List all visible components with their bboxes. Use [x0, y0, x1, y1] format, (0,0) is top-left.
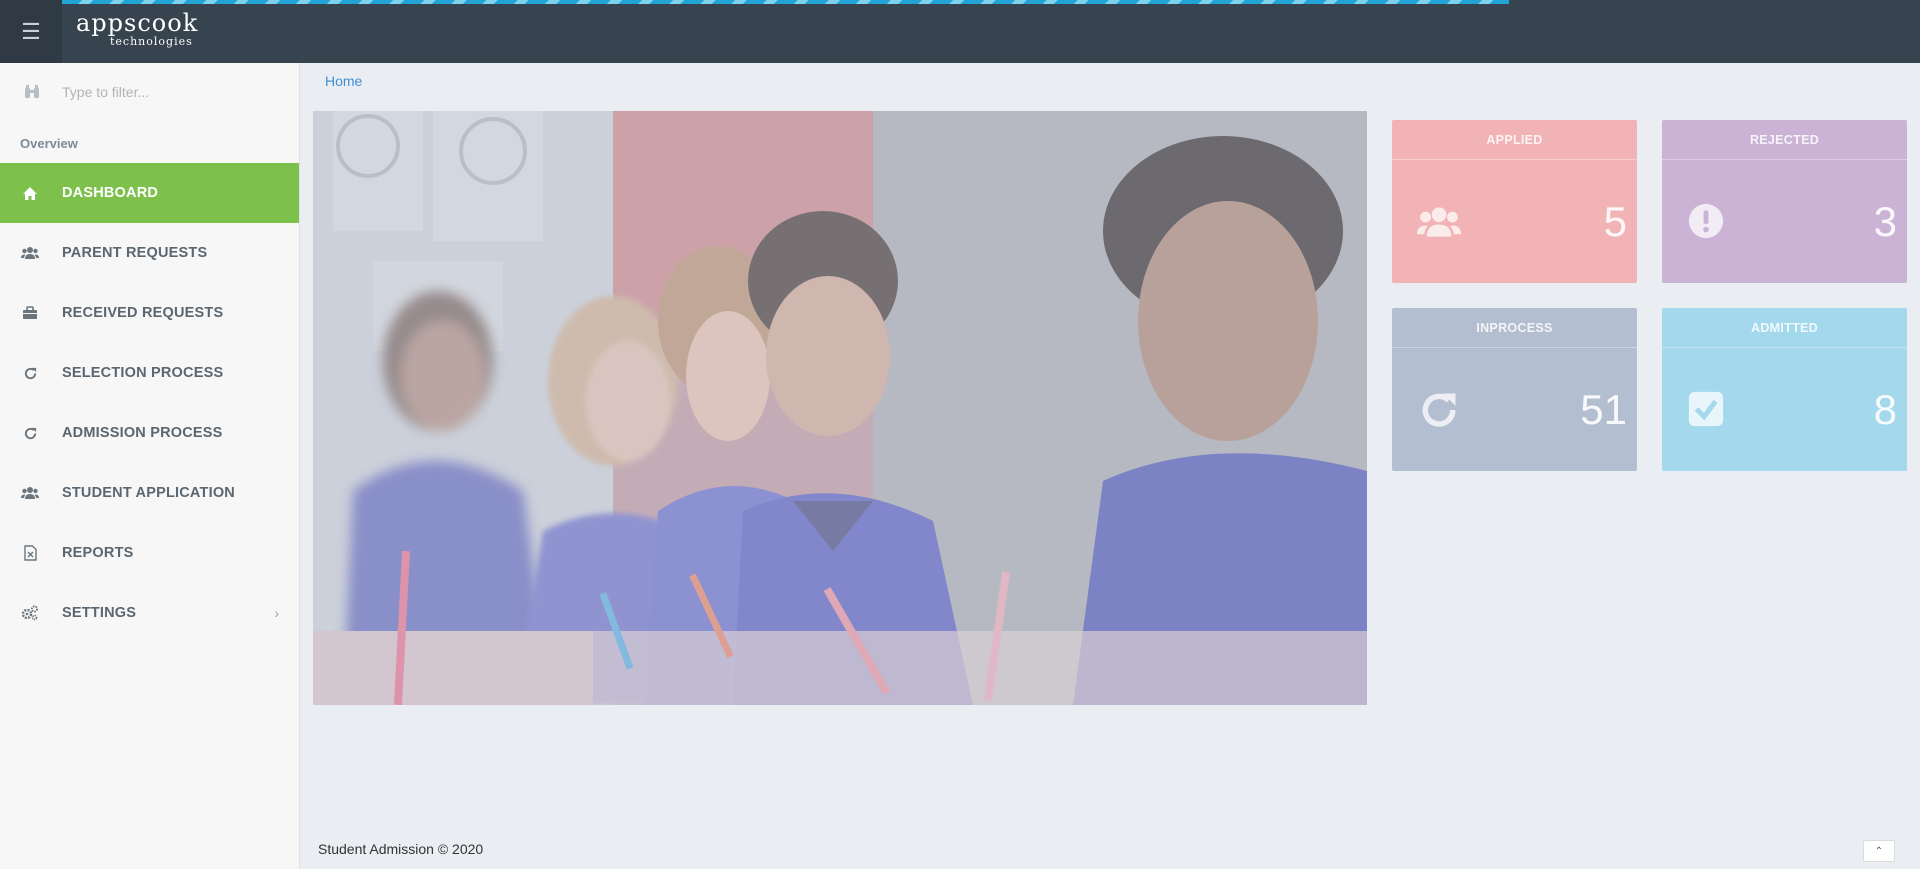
sidebar-item-selection-process[interactable]: SELECTION PROCESS [0, 343, 299, 403]
sidebar-item-settings[interactable]: SETTINGS › [0, 583, 299, 643]
filter-input[interactable] [62, 81, 282, 103]
users-icon [21, 244, 39, 262]
top-bar: ☰ appscook technologies [0, 0, 1920, 63]
sidebar-item-student-application[interactable]: STUDENT APPLICATION [0, 463, 299, 523]
loading-progress-bar [0, 0, 1509, 4]
stat-card-inprocess[interactable]: INPROCESS 51 [1392, 308, 1637, 471]
excel-file-icon [21, 544, 39, 562]
exclamation-icon [1688, 203, 1724, 239]
stat-card-value: 3 [1873, 198, 1897, 245]
section-label-overview: Overview [20, 136, 78, 151]
refresh-icon [1422, 393, 1456, 427]
stat-card-title: APPLIED [1392, 120, 1637, 160]
sidebar-item-label: SETTINGS [62, 605, 137, 621]
sidebar-item-label: REPORTS [62, 545, 134, 561]
hero-overlay [313, 111, 1367, 705]
sidebar-item-label: SELECTION PROCESS [62, 365, 224, 381]
chevron-right-icon: › [274, 605, 279, 621]
sidebar-item-admission-process[interactable]: ADMISSION PROCESS [0, 403, 299, 463]
check-square-icon [1688, 391, 1724, 427]
footer-copyright: Student Admission © 2020 [318, 841, 484, 857]
stat-card-title: ADMITTED [1662, 308, 1907, 348]
stat-card-value: 5 [1603, 198, 1627, 245]
stat-card-applied[interactable]: APPLIED 5 [1392, 120, 1637, 283]
logo-sub-text: technologies [110, 35, 193, 48]
breadcrumb-home-link[interactable]: Home [325, 73, 362, 89]
sidebar-item-received-requests[interactable]: RECEIVED REQUESTS [0, 283, 299, 343]
stat-card-admitted[interactable]: ADMITTED 8 [1662, 308, 1907, 471]
sidebar-item-reports[interactable]: REPORTS [0, 523, 299, 583]
stat-card-title: REJECTED [1662, 120, 1907, 160]
scroll-to-top-button[interactable]: ⌃ [1863, 840, 1895, 862]
sidebar-item-label: STUDENT APPLICATION [62, 485, 235, 501]
sidebar-nav: DASHBOARD PARENT REQUESTS RECEIVED REQUE… [0, 163, 299, 643]
stat-card-value: 8 [1873, 386, 1897, 433]
binoculars-icon [25, 85, 39, 98]
stat-card-value: 51 [1580, 386, 1627, 433]
sidebar-item-dashboard[interactable]: DASHBOARD [0, 163, 299, 223]
home-icon [21, 184, 39, 202]
sidebar-item-parent-requests[interactable]: PARENT REQUESTS [0, 223, 299, 283]
sidebar: Overview DASHBOARD PARENT REQUESTS RECEI… [0, 63, 300, 869]
hamburger-menu-button[interactable]: ☰ [0, 0, 62, 63]
logo[interactable]: appscook technologies [76, 11, 198, 47]
users-icon [1417, 207, 1461, 237]
briefcase-icon [21, 304, 39, 322]
sidebar-filter [0, 63, 299, 121]
sidebar-item-label: DASHBOARD [62, 185, 159, 201]
sidebar-item-label: ADMISSION PROCESS [62, 425, 223, 441]
sidebar-item-label: RECEIVED REQUESTS [62, 305, 224, 321]
cogs-icon [21, 604, 39, 622]
hamburger-icon: ☰ [21, 18, 41, 44]
stat-card-rejected[interactable]: REJECTED 3 [1662, 120, 1907, 283]
stat-card-title: INPROCESS [1392, 308, 1637, 348]
chevron-up-icon: ⌃ [1874, 845, 1884, 857]
refresh-icon [21, 424, 39, 442]
logo-main-text: appscook [76, 9, 199, 37]
refresh-icon [21, 364, 39, 382]
hero-classroom-photo [313, 111, 1367, 705]
sidebar-item-label: PARENT REQUESTS [62, 245, 208, 261]
users-icon [21, 484, 39, 502]
